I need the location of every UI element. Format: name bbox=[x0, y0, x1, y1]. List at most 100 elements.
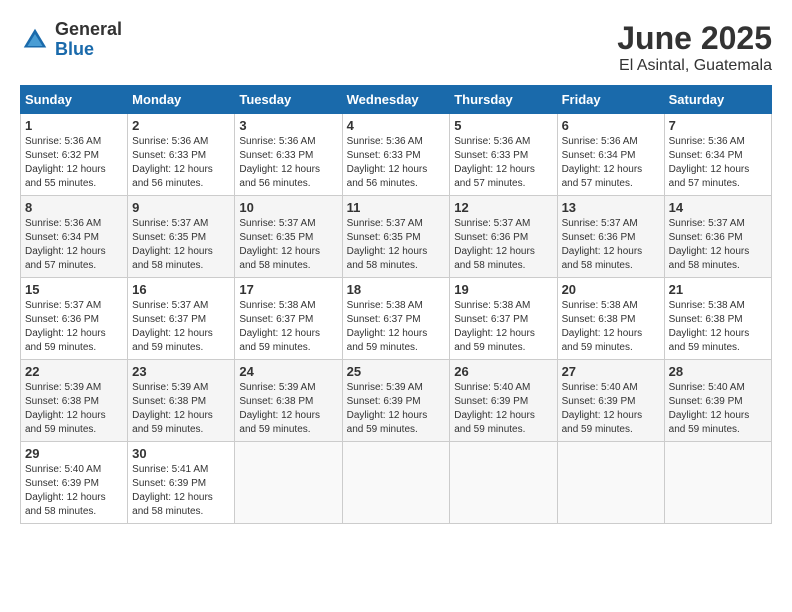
logo: General Blue bbox=[20, 20, 122, 60]
weekday-header-tuesday: Tuesday bbox=[235, 86, 342, 114]
day-info: Sunrise: 5:40 AMSunset: 6:39 PMDaylight:… bbox=[669, 381, 767, 437]
day-number: 4 bbox=[347, 118, 446, 133]
day-info: Sunrise: 5:36 AMSunset: 6:33 PMDaylight:… bbox=[347, 135, 446, 191]
day-number: 3 bbox=[239, 118, 337, 133]
calendar-week-3: 15 Sunrise: 5:37 AMSunset: 6:36 PMDayligh… bbox=[21, 278, 772, 360]
day-number: 9 bbox=[132, 200, 230, 215]
calendar-cell bbox=[342, 442, 450, 524]
day-number: 20 bbox=[562, 282, 660, 297]
day-info: Sunrise: 5:37 AMSunset: 6:35 PMDaylight:… bbox=[132, 217, 230, 273]
calendar-cell: 20 Sunrise: 5:38 AMSunset: 6:38 PMDayligh… bbox=[557, 278, 664, 360]
day-number: 5 bbox=[454, 118, 552, 133]
day-info: Sunrise: 5:40 AMSunset: 6:39 PMDaylight:… bbox=[454, 381, 552, 437]
day-info: Sunrise: 5:36 AMSunset: 6:34 PMDaylight:… bbox=[25, 217, 123, 273]
day-info: Sunrise: 5:36 AMSunset: 6:33 PMDaylight:… bbox=[454, 135, 552, 191]
header: General Blue June 2025 El Asintal, Guate… bbox=[20, 20, 772, 75]
day-info: Sunrise: 5:39 AMSunset: 6:39 PMDaylight:… bbox=[347, 381, 446, 437]
day-number: 13 bbox=[562, 200, 660, 215]
calendar-cell: 27 Sunrise: 5:40 AMSunset: 6:39 PMDayligh… bbox=[557, 360, 664, 442]
day-info: Sunrise: 5:37 AMSunset: 6:36 PMDaylight:… bbox=[562, 217, 660, 273]
day-number: 24 bbox=[239, 364, 337, 379]
calendar-cell bbox=[450, 442, 557, 524]
day-info: Sunrise: 5:41 AMSunset: 6:39 PMDaylight:… bbox=[132, 463, 230, 519]
calendar-cell: 4 Sunrise: 5:36 AMSunset: 6:33 PMDaylight… bbox=[342, 114, 450, 196]
day-info: Sunrise: 5:36 AMSunset: 6:34 PMDaylight:… bbox=[669, 135, 767, 191]
day-number: 2 bbox=[132, 118, 230, 133]
day-number: 16 bbox=[132, 282, 230, 297]
calendar-cell: 19 Sunrise: 5:38 AMSunset: 6:37 PMDayligh… bbox=[450, 278, 557, 360]
weekday-header-monday: Monday bbox=[128, 86, 235, 114]
calendar-cell: 26 Sunrise: 5:40 AMSunset: 6:39 PMDayligh… bbox=[450, 360, 557, 442]
calendar: SundayMondayTuesdayWednesdayThursdayFrid… bbox=[20, 85, 772, 524]
day-info: Sunrise: 5:37 AMSunset: 6:35 PMDaylight:… bbox=[239, 217, 337, 273]
day-info: Sunrise: 5:36 AMSunset: 6:34 PMDaylight:… bbox=[562, 135, 660, 191]
day-number: 1 bbox=[25, 118, 123, 133]
day-number: 28 bbox=[669, 364, 767, 379]
day-info: Sunrise: 5:40 AMSunset: 6:39 PMDaylight:… bbox=[562, 381, 660, 437]
day-number: 6 bbox=[562, 118, 660, 133]
calendar-cell: 24 Sunrise: 5:39 AMSunset: 6:38 PMDayligh… bbox=[235, 360, 342, 442]
calendar-cell: 9 Sunrise: 5:37 AMSunset: 6:35 PMDaylight… bbox=[128, 196, 235, 278]
calendar-cell: 15 Sunrise: 5:37 AMSunset: 6:36 PMDayligh… bbox=[21, 278, 128, 360]
calendar-cell: 10 Sunrise: 5:37 AMSunset: 6:35 PMDayligh… bbox=[235, 196, 342, 278]
calendar-cell: 6 Sunrise: 5:36 AMSunset: 6:34 PMDaylight… bbox=[557, 114, 664, 196]
weekday-header-sunday: Sunday bbox=[21, 86, 128, 114]
title-area: June 2025 El Asintal, Guatemala bbox=[617, 20, 772, 75]
day-number: 14 bbox=[669, 200, 767, 215]
calendar-cell: 2 Sunrise: 5:36 AMSunset: 6:33 PMDaylight… bbox=[128, 114, 235, 196]
day-info: Sunrise: 5:38 AMSunset: 6:37 PMDaylight:… bbox=[454, 299, 552, 355]
day-number: 12 bbox=[454, 200, 552, 215]
weekday-header-friday: Friday bbox=[557, 86, 664, 114]
location-title: El Asintal, Guatemala bbox=[617, 57, 772, 75]
calendar-cell: 1 Sunrise: 5:36 AMSunset: 6:32 PMDaylight… bbox=[21, 114, 128, 196]
calendar-cell: 14 Sunrise: 5:37 AMSunset: 6:36 PMDayligh… bbox=[664, 196, 771, 278]
day-info: Sunrise: 5:38 AMSunset: 6:38 PMDaylight:… bbox=[669, 299, 767, 355]
month-title: June 2025 bbox=[617, 20, 772, 57]
calendar-week-1: 1 Sunrise: 5:36 AMSunset: 6:32 PMDaylight… bbox=[21, 114, 772, 196]
day-number: 26 bbox=[454, 364, 552, 379]
day-number: 15 bbox=[25, 282, 123, 297]
calendar-cell: 25 Sunrise: 5:39 AMSunset: 6:39 PMDayligh… bbox=[342, 360, 450, 442]
weekday-header-wednesday: Wednesday bbox=[342, 86, 450, 114]
day-number: 11 bbox=[347, 200, 446, 215]
day-info: Sunrise: 5:38 AMSunset: 6:38 PMDaylight:… bbox=[562, 299, 660, 355]
logo-general: General bbox=[55, 20, 122, 40]
calendar-cell: 3Sunrise: 5:36 AMSunset: 6:33 PMDaylight… bbox=[235, 114, 342, 196]
day-info: Sunrise: 5:39 AMSunset: 6:38 PMDaylight:… bbox=[239, 381, 337, 437]
logo-icon bbox=[20, 25, 50, 55]
day-info: Sunrise: 5:38 AMSunset: 6:37 PMDaylight:… bbox=[347, 299, 446, 355]
day-number: 18 bbox=[347, 282, 446, 297]
day-info: Sunrise: 5:38 AMSunset: 6:37 PMDaylight:… bbox=[239, 299, 337, 355]
day-info: Sunrise: 5:37 AMSunset: 6:36 PMDaylight:… bbox=[25, 299, 123, 355]
calendar-cell: 8 Sunrise: 5:36 AMSunset: 6:34 PMDaylight… bbox=[21, 196, 128, 278]
calendar-cell: 17 Sunrise: 5:38 AMSunset: 6:37 PMDayligh… bbox=[235, 278, 342, 360]
day-number: 22 bbox=[25, 364, 123, 379]
calendar-week-2: 8 Sunrise: 5:36 AMSunset: 6:34 PMDaylight… bbox=[21, 196, 772, 278]
day-number: 25 bbox=[347, 364, 446, 379]
calendar-cell bbox=[557, 442, 664, 524]
calendar-cell bbox=[235, 442, 342, 524]
day-info: Sunrise: 5:39 AMSunset: 6:38 PMDaylight:… bbox=[25, 381, 123, 437]
day-info: Sunrise: 5:37 AMSunset: 6:36 PMDaylight:… bbox=[454, 217, 552, 273]
logo-blue: Blue bbox=[55, 40, 122, 60]
calendar-cell bbox=[664, 442, 771, 524]
calendar-week-5: 29Sunrise: 5:40 AMSunset: 6:39 PMDayligh… bbox=[21, 442, 772, 524]
calendar-cell: 23Sunrise: 5:39 AMSunset: 6:38 PMDayligh… bbox=[128, 360, 235, 442]
day-number: 10 bbox=[239, 200, 337, 215]
day-number: 17 bbox=[239, 282, 337, 297]
calendar-cell: 12 Sunrise: 5:37 AMSunset: 6:36 PMDayligh… bbox=[450, 196, 557, 278]
day-number: 8 bbox=[25, 200, 123, 215]
calendar-cell: 22 Sunrise: 5:39 AMSunset: 6:38 PMDayligh… bbox=[21, 360, 128, 442]
weekday-header-saturday: Saturday bbox=[664, 86, 771, 114]
calendar-cell: 30Sunrise: 5:41 AMSunset: 6:39 PMDayligh… bbox=[128, 442, 235, 524]
day-info: Sunrise: 5:37 AMSunset: 6:36 PMDaylight:… bbox=[669, 217, 767, 273]
calendar-cell: 13 Sunrise: 5:37 AMSunset: 6:36 PMDayligh… bbox=[557, 196, 664, 278]
day-info: Sunrise: 5:36 AMSunset: 6:32 PMDaylight:… bbox=[25, 135, 123, 191]
calendar-cell: 28 Sunrise: 5:40 AMSunset: 6:39 PMDayligh… bbox=[664, 360, 771, 442]
day-number: 27 bbox=[562, 364, 660, 379]
logo-text: General Blue bbox=[55, 20, 122, 60]
calendar-cell: 18 Sunrise: 5:38 AMSunset: 6:37 PMDayligh… bbox=[342, 278, 450, 360]
calendar-cell: 16Sunrise: 5:37 AMSunset: 6:37 PMDayligh… bbox=[128, 278, 235, 360]
day-number: 19 bbox=[454, 282, 552, 297]
day-info: Sunrise: 5:36 AMSunset: 6:33 PMDaylight:… bbox=[132, 135, 230, 191]
